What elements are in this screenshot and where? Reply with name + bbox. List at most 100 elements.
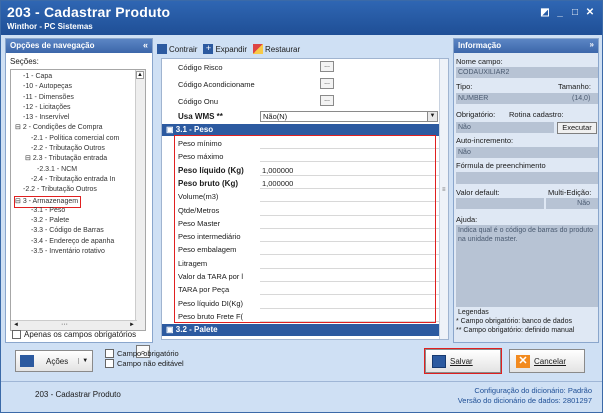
- required-swatch: [105, 349, 114, 358]
- tree-item[interactable]: -3.4 - Endereço de apanha: [15, 237, 145, 247]
- formula-value: [456, 172, 598, 184]
- product-form: Código Risco ... Código Acondicioname ..…: [161, 58, 449, 340]
- restore-down-icon[interactable]: ◩: [538, 7, 552, 18]
- save-button[interactable]: Salvar: [424, 348, 502, 374]
- tree-horizontal-scrollbar[interactable]: ◄ ··· ►: [11, 320, 137, 330]
- tree-item[interactable]: -3.3 - Código de Barras: [15, 226, 145, 236]
- routine-label: Rotina cadastro:: [509, 110, 564, 119]
- legend-manual-required: ** Campo obrigatório: definido manual: [456, 327, 575, 334]
- tree-item[interactable]: -11 - Dimensões: [15, 93, 145, 103]
- legend-required-field: Campo obrigatório: [105, 349, 179, 358]
- expand-button[interactable]: + Expandir: [203, 44, 247, 54]
- form-row: Código Risco ...: [162, 61, 440, 74]
- save-icon: [432, 354, 446, 368]
- execute-button[interactable]: Executar: [557, 122, 597, 134]
- tree-item[interactable]: -2.2 - Tributação Outros: [15, 185, 145, 195]
- status-routine: 203 - Cadastrar Produto: [35, 390, 121, 399]
- restore-button[interactable]: Restaurar: [253, 44, 300, 54]
- tree-item[interactable]: -3.2 - Palete: [15, 216, 145, 226]
- navigation-header: Opções de navegação «: [6, 39, 152, 53]
- dictionary-config-link[interactable]: Padrão: [568, 386, 592, 395]
- section-expand-icon: ▣: [166, 325, 174, 334]
- actions-icon: [20, 355, 34, 367]
- only-required-checkbox[interactable]: [12, 330, 21, 339]
- tree-vertical-scrollbar[interactable]: ▲: [135, 70, 145, 330]
- multi-edit-value: Não: [546, 198, 598, 209]
- tree-item[interactable]: -3.1 - Peso: [15, 206, 145, 216]
- dictionary-version: 2801297: [562, 396, 592, 405]
- collapse-button[interactable]: Contrair: [157, 44, 197, 54]
- sections-label: Seções:: [10, 57, 39, 66]
- actions-button[interactable]: Ações ▼: [15, 350, 94, 372]
- size-value: (14,0): [572, 95, 591, 102]
- field-name-value: CODAUXILIAR2: [456, 67, 598, 78]
- sections-tree[interactable]: -1 - Capa -10 - Autopeças -11 - Dimensõe…: [10, 69, 146, 331]
- form-row-usa-wms: Usa WMS ** Não(N) ▼: [162, 110, 440, 123]
- close-icon[interactable]: ✕: [583, 7, 597, 18]
- not-editable-swatch: [105, 359, 114, 368]
- tree-item[interactable]: ⊟ 2 - Condições de Compra: [15, 123, 145, 133]
- collapse-info-icon[interactable]: »: [590, 40, 594, 49]
- navigation-title: Opções de navegação: [10, 41, 95, 50]
- restore-icon: [253, 44, 264, 54]
- form-row: Código Onu ...: [162, 95, 440, 108]
- navigation-panel: Opções de navegação « Seções: -1 - Capa …: [5, 38, 153, 358]
- minimize-icon[interactable]: _: [553, 7, 567, 18]
- tree-item[interactable]: -1 - Capa: [15, 72, 145, 82]
- scroll-grip[interactable]: ···: [61, 321, 68, 328]
- required-label: Obrigatório:: [456, 110, 496, 119]
- tree-item[interactable]: -12 - Licitações: [15, 103, 145, 113]
- cancel-icon: ✕: [516, 354, 530, 368]
- field-name-label: Nome campo:: [456, 57, 503, 66]
- info-header: Informação »: [454, 39, 598, 53]
- lookup-button[interactable]: ...: [320, 95, 334, 106]
- scroll-up-icon[interactable]: ▲: [136, 71, 144, 79]
- scroll-right-icon[interactable]: ►: [129, 322, 135, 328]
- tree-item[interactable]: -3.5 - Inventário rotativo: [15, 247, 145, 257]
- help-text: Indica qual é o código de barras do prod…: [456, 225, 598, 307]
- tree-item[interactable]: -2.4 - Tributação entrada In: [15, 175, 145, 185]
- default-value: [456, 198, 544, 209]
- scroll-left-icon[interactable]: ◄: [13, 322, 19, 328]
- lookup-button[interactable]: ...: [320, 61, 334, 72]
- section-header-palete[interactable]: ▣ 3.2 - Palete: [162, 324, 440, 336]
- scroll-grip[interactable]: ≡: [442, 187, 446, 193]
- collapse-nav-icon[interactable]: «: [143, 40, 148, 50]
- expand-icon: +: [203, 44, 214, 54]
- tree-item[interactable]: -2.3.1 - NCM: [15, 165, 145, 175]
- only-required-toggle[interactable]: Apenas os campos obrigatórios: [12, 330, 136, 339]
- tree-item[interactable]: -10 - Autopeças: [15, 82, 145, 92]
- chevron-down-icon[interactable]: ▼: [78, 358, 88, 364]
- dictionary-info: Configuração do dicionário: Padrão Versã…: [457, 386, 592, 405]
- legend-title: Legendas: [458, 309, 489, 316]
- highlight-box: [174, 135, 436, 323]
- cancel-button[interactable]: ✕ Cancelar: [509, 349, 585, 373]
- info-panel: Informação » Nome campo: CODAUXILIAR2 Ti…: [453, 38, 599, 343]
- tree-item[interactable]: -2.1 - Política comercial com: [15, 134, 145, 144]
- title-bar: 203 - Cadastrar Produto Winthor - PC Sis…: [1, 1, 602, 35]
- tree-item[interactable]: -13 - Inservível: [15, 113, 145, 123]
- usa-wms-select[interactable]: Não(N) ▼: [260, 111, 438, 122]
- autoinc-value: Não: [456, 147, 598, 158]
- default-label: Valor default:: [456, 188, 500, 197]
- window-subtitle: Winthor - PC Sistemas: [7, 22, 93, 31]
- tree-item[interactable]: -2.2 - Tributação Outros: [15, 144, 145, 154]
- main-window: 203 - Cadastrar Produto Winthor - PC Sis…: [0, 0, 603, 413]
- formula-label: Fórmula de preenchimento: [456, 161, 546, 170]
- tree-item-row: ⊟ 3 - Armazenagem: [13, 195, 145, 208]
- form-vertical-scrollbar[interactable]: ≡: [439, 59, 448, 339]
- autoinc-label: Auto-incremento:: [456, 136, 514, 145]
- info-title: Informação: [458, 41, 502, 50]
- status-bar: 203 - Cadastrar Produto Configuração do …: [1, 381, 602, 412]
- tree-item[interactable]: ⊟ 2.3 - Tributação entrada: [15, 154, 145, 164]
- multi-edit-label: Multi-Edição:: [548, 188, 592, 197]
- collapse-icon: [157, 44, 167, 54]
- section-expand-icon: ▣: [166, 125, 174, 134]
- legend-db-required: * Campo obrigatório: banco de dados: [456, 318, 572, 325]
- window-title: 203 - Cadastrar Produto: [7, 4, 171, 20]
- chevron-down-icon[interactable]: ▼: [427, 112, 437, 121]
- maximize-icon[interactable]: □: [568, 7, 582, 18]
- form-row: Código Acondicioname ...: [162, 78, 440, 91]
- lookup-button[interactable]: ...: [320, 78, 334, 89]
- form-toolbar: Contrair + Expandir Restaurar: [157, 42, 449, 56]
